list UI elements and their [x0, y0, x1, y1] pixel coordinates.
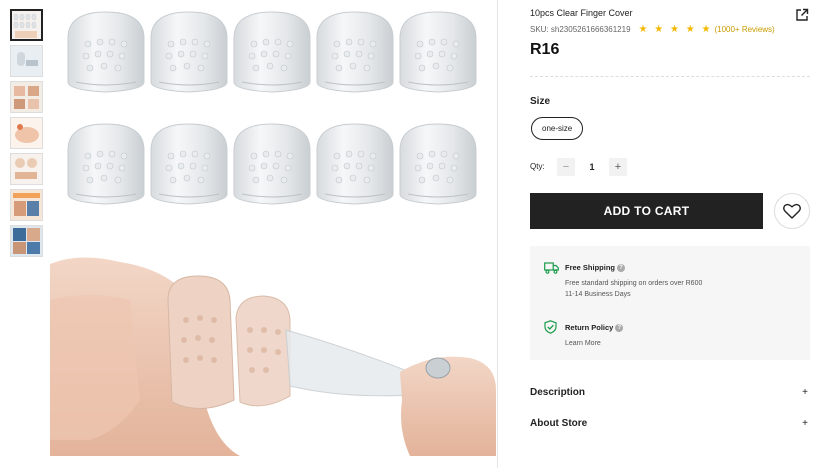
plus-icon: +: [802, 418, 808, 429]
shipping-title: Free Shipping?: [565, 263, 626, 273]
reviews-link[interactable]: (1000+ Reviews): [714, 25, 774, 34]
main-product-image: [50, 0, 496, 456]
thumbnail-6-image: [11, 190, 42, 220]
share-icon[interactable]: [795, 8, 809, 22]
column-divider: [497, 0, 498, 468]
quantity-stepper: − 1 +: [557, 158, 627, 176]
quantity-label: Qty:: [530, 162, 545, 171]
product-photo: [50, 11, 496, 456]
thumbnail-5-image: [11, 154, 42, 184]
return-policy-title: Return Policy?: [565, 323, 624, 333]
thumbnail-2[interactable]: [10, 45, 43, 77]
accordion-about-store-label: About Store: [530, 418, 588, 429]
quantity-decrease-button[interactable]: −: [557, 158, 575, 176]
sku-row: SKU: sh2305261666361219 ★ ★ ★ ★ ★ (1000+…: [530, 24, 775, 35]
thumbnail-strip: [10, 9, 43, 261]
plus-icon: +: [802, 387, 808, 398]
thumbnail-4[interactable]: [10, 117, 43, 149]
learn-more-link[interactable]: Learn More: [565, 338, 601, 349]
shield-check-icon: [544, 320, 557, 334]
shipping-title-text: Free Shipping: [565, 263, 616, 272]
return-help-icon[interactable]: ?: [615, 324, 624, 333]
product-title: 10pcs Clear Finger Cover: [530, 8, 633, 18]
thumbnail-4-image: [11, 118, 42, 148]
product-price: R16: [530, 41, 560, 58]
shipping-help-icon[interactable]: ?: [617, 264, 626, 273]
thumbnail-7-image: [11, 226, 42, 256]
truck-icon: [544, 262, 559, 274]
accordion-description-label: Description: [530, 387, 586, 398]
accordion-description[interactable]: Description +: [530, 387, 810, 398]
quantity-increase-button[interactable]: +: [609, 158, 627, 176]
shipping-line-2: 11-14 Business Days: [565, 291, 631, 298]
quantity-value[interactable]: 1: [575, 162, 609, 172]
thumbnail-2-image: [11, 46, 42, 76]
rating-stars-icon: ★ ★ ★ ★ ★: [638, 24, 713, 35]
add-to-cart-button[interactable]: ADD TO CART: [530, 193, 763, 229]
shipping-line-1: Free standard shipping on orders over R6…: [565, 280, 703, 287]
thumbnail-6[interactable]: [10, 189, 43, 221]
thumbnail-5[interactable]: [10, 153, 43, 185]
heart-icon: [783, 203, 801, 219]
return-policy-title-text: Return Policy: [565, 323, 614, 332]
thumbnail-1-image: [13, 13, 37, 38]
size-label: Size: [530, 96, 551, 107]
thumbnail-7[interactable]: [10, 225, 43, 257]
size-option-one-size[interactable]: one-size: [531, 117, 584, 140]
thumbnail-3[interactable]: [10, 81, 43, 113]
thumbnail-1[interactable]: [10, 9, 43, 41]
sku-text: SKU: sh2305261666361219: [530, 25, 631, 34]
wishlist-button[interactable]: [774, 193, 810, 229]
accordion-about-store[interactable]: About Store +: [530, 418, 810, 429]
shipping-returns-box: Free Shipping? Free standard shipping on…: [530, 246, 810, 360]
thumbnail-3-image: [11, 82, 42, 112]
divider: [530, 76, 810, 77]
